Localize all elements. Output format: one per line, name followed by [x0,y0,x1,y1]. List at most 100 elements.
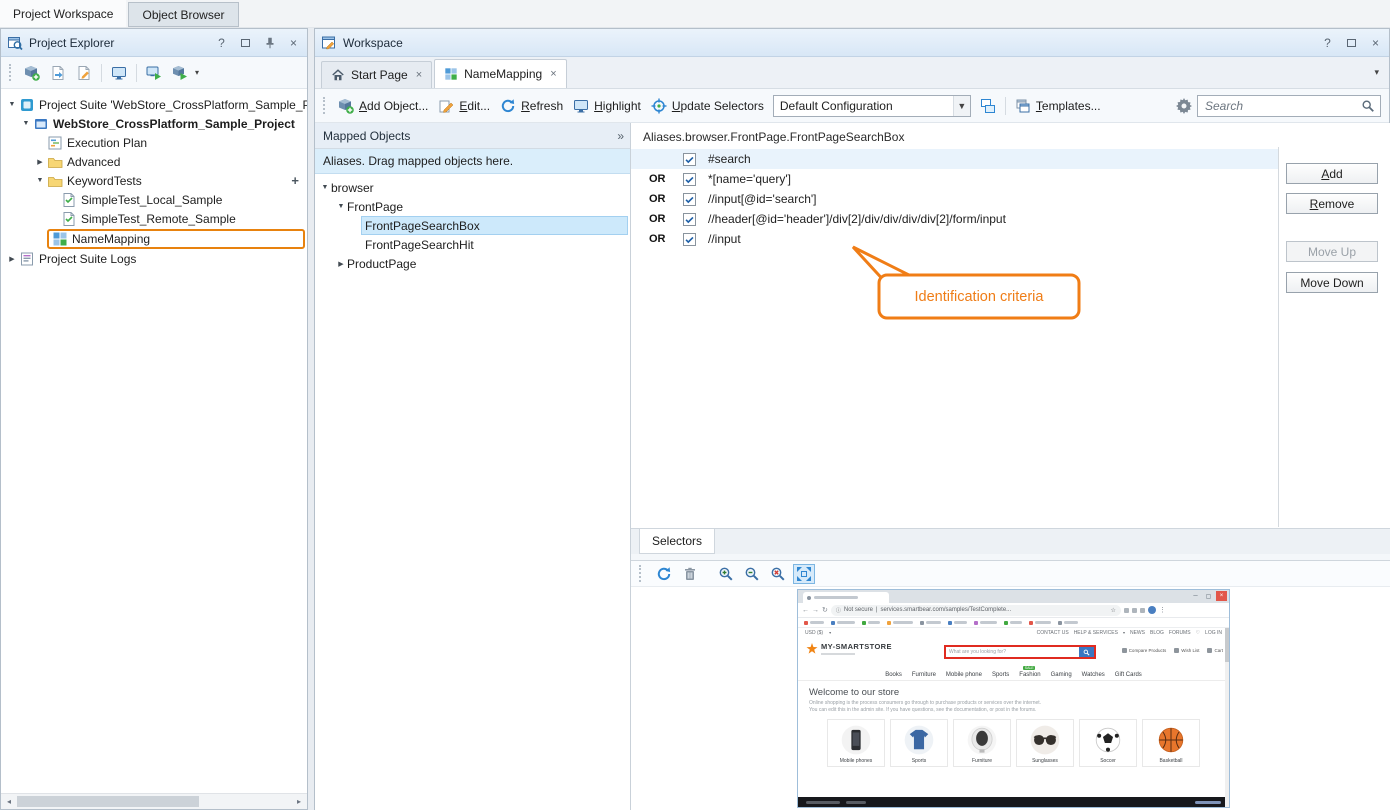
selector-row[interactable]: OR *[name='query'] [631,169,1278,189]
alias-item-browser[interactable]: ▼ browser [315,178,630,197]
alias-item-productpage[interactable]: ▶ ProductPage [315,254,630,273]
selector-value[interactable]: *[name='query'] [708,172,791,186]
toolbar-grip[interactable] [323,97,326,114]
run-options-chevron-icon[interactable]: ▾ [195,68,199,77]
expand-arrow-icon[interactable]: ▼ [5,101,19,108]
tree-item-project-suite[interactable]: ▼ Project Suite 'WebStore_CrossPlatform_… [1,95,307,114]
close-icon: × [1216,591,1227,601]
horizontal-scrollbar[interactable]: ◂ ▸ [1,793,307,809]
toolbar-grip[interactable] [639,565,642,582]
pin-icon[interactable] [262,35,277,50]
expand-arrow-icon[interactable]: ▼ [319,184,331,191]
tree-item-simpletest-local[interactable]: SimpleTest_Local_Sample [1,190,307,209]
maximize-icon[interactable] [1344,35,1359,50]
tab-selectors[interactable]: Selectors [639,529,715,554]
tree-item-project-suite-logs[interactable]: ▶ Project Suite Logs [1,249,307,268]
selector-checkbox[interactable] [683,233,696,246]
sync-configurations-button[interactable] [975,95,1001,117]
selector-value[interactable]: #search [708,152,751,166]
close-icon[interactable]: × [1368,35,1383,50]
move-down-button[interactable]: Move Down [1286,272,1378,293]
object-preview-image[interactable]: ─ ▢ × ←→↻ ⓘ Not secure | services.smartb… [798,590,1229,807]
selector-checkbox[interactable] [683,213,696,226]
zoom-out-button[interactable] [741,564,763,584]
tab-object-browser[interactable]: Object Browser [128,2,238,27]
add-existing-item-button[interactable] [45,62,71,84]
fit-to-window-button[interactable] [793,564,815,584]
expand-arrow-icon[interactable]: ▼ [19,120,33,127]
add-keyword-test-icon[interactable]: + [291,173,299,188]
close-icon[interactable]: × [286,35,301,50]
tab-project-workspace[interactable]: Project Workspace [0,0,126,27]
maximize-icon[interactable] [238,35,253,50]
run-test-button[interactable] [141,62,167,84]
selector-row[interactable]: OR //input[@id='search'] [631,189,1278,209]
help-icon[interactable]: ? [214,35,229,50]
close-tab-icon[interactable]: × [416,69,422,81]
add-object-button[interactable]: Add Object... [333,95,433,117]
settings-gear-icon[interactable] [1171,95,1197,117]
tree-item-label: Execution Plan [67,136,147,150]
tab-start-page[interactable]: Start Page × [321,61,432,88]
highlight-button[interactable]: Highlight [568,95,646,117]
aliases-hint-label: Aliases. Drag mapped objects here. [323,154,513,168]
execution-plan-icon [47,135,63,151]
furniture-image [966,724,998,756]
zoom-in-button[interactable] [715,564,737,584]
tab-namemapping[interactable]: NameMapping × [434,59,566,88]
tab-list-chevron-icon[interactable]: ▾ [1374,67,1379,78]
tree-item-execution-plan[interactable]: Execution Plan [1,133,307,152]
collapse-chevron-icon[interactable]: » [617,129,622,143]
refresh-image-button[interactable] [653,564,675,584]
selector-value[interactable]: //input[@id='search'] [708,192,817,206]
remove-selector-button[interactable]: Remove [1286,193,1378,214]
run-project-button[interactable] [167,62,193,84]
add-selector-button[interactable]: Add [1286,163,1378,184]
collapse-arrow-icon[interactable]: ▶ [335,260,347,268]
add-item-button[interactable] [19,62,45,84]
close-tab-icon[interactable]: × [550,68,556,80]
selector-row[interactable]: OR //header[@id='header']/div[2]/div/div… [631,209,1278,229]
rename-item-button[interactable] [71,62,97,84]
tree-item-simpletest-remote[interactable]: SimpleTest_Remote_Sample [1,209,307,228]
tree-item-keywordtests[interactable]: ▼ KeywordTests + [1,171,307,190]
selector-checkbox[interactable] [683,153,696,166]
show-object-browser-button[interactable] [106,62,132,84]
selector-checkbox[interactable] [683,173,696,186]
collapse-arrow-icon[interactable]: ▶ [33,158,47,166]
selector-row[interactable]: #search [631,149,1278,169]
alias-item-frontpagesearchhit[interactable]: FrontPageSearchHit [315,235,630,254]
zoom-reset-button[interactable] [767,564,789,584]
selector-value[interactable]: //input [708,232,741,246]
or-label: OR [649,213,683,225]
edit-button[interactable]: Edit... [433,95,495,117]
tree-item-namemapping[interactable]: NameMapping [1,228,307,249]
chevron-down-icon[interactable]: ▼ [953,96,970,116]
workspace-header: Workspace ? × [315,29,1389,57]
collapse-arrow-icon[interactable]: ▶ [5,255,19,263]
help-icon[interactable]: ? [1320,35,1335,50]
alias-item-frontpagesearchbox[interactable]: FrontPageSearchBox [315,216,630,235]
alias-item-frontpage[interactable]: ▼ FrontPage [315,197,630,216]
expand-arrow-icon[interactable]: ▼ [33,177,47,184]
aliases-drop-bar[interactable]: Aliases. Drag mapped objects here. [315,149,630,174]
templates-button[interactable]: Templates... [1010,95,1106,117]
search-icon[interactable] [1361,99,1375,113]
scroll-right-icon[interactable]: ▸ [291,794,307,809]
configuration-select[interactable]: Default Configuration ▼ [773,95,971,117]
scroll-left-icon[interactable]: ◂ [1,794,17,809]
search-input[interactable] [1205,99,1361,113]
delete-image-button[interactable] [679,564,701,584]
scrollbar-thumb[interactable] [17,796,199,807]
selector-value[interactable]: //header[@id='header']/div[2]/div/div/di… [708,212,1006,226]
update-selectors-button[interactable]: Update Selectors [646,95,769,117]
store-search-button [1079,647,1094,657]
refresh-button[interactable]: Refresh [495,95,568,117]
selector-checkbox[interactable] [683,193,696,206]
tree-item-project[interactable]: ▼ WebStore_CrossPlatform_Sample_Project [1,114,307,133]
move-up-button[interactable]: Move Up [1286,241,1378,262]
tree-item-advanced[interactable]: ▶ Advanced [1,152,307,171]
toolbar-grip[interactable] [9,64,12,81]
store-intro-text: Online shopping is the process consumers… [798,700,1229,713]
expand-arrow-icon[interactable]: ▼ [335,203,347,210]
